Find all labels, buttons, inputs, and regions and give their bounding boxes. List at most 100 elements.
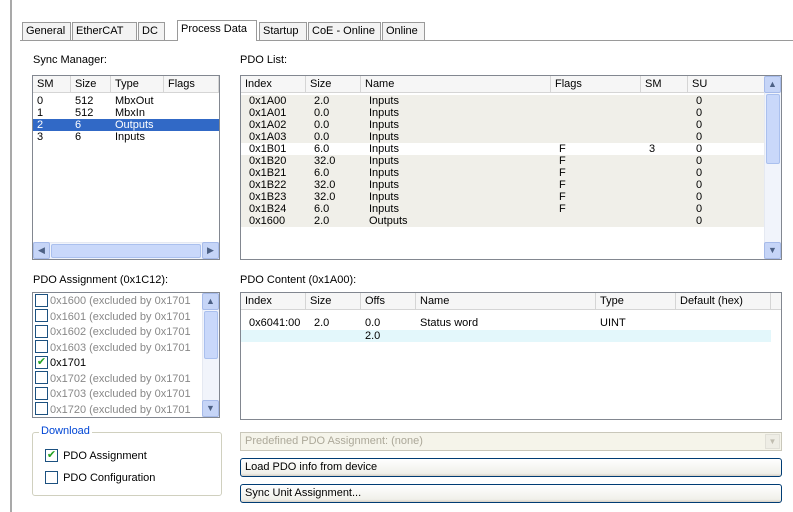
sm-cell: 3: [37, 131, 44, 143]
sync-manager-row[interactable]: 0 512 MbxOut: [33, 95, 201, 107]
pdo-configuration-checkbox[interactable]: [45, 470, 58, 484]
column-header-size[interactable]: Size: [306, 76, 361, 93]
size-cell: 6.0: [314, 203, 330, 215]
sync-manager-row-selected[interactable]: 2 6 Outputs: [33, 119, 219, 131]
column-header-name[interactable]: Name: [416, 293, 596, 310]
column-header-sm[interactable]: SM: [641, 76, 688, 93]
type-cell: Inputs: [115, 131, 145, 143]
su-cell: 0: [696, 143, 703, 155]
index-cell: 0x1B22: [249, 179, 287, 191]
pdo-list-row[interactable]: 0x1B01 6.0 Inputs F 3 0: [241, 143, 764, 155]
pdo-list-vscrollbar[interactable]: ▲ ▼: [764, 76, 781, 259]
pdo-content-row[interactable]: 0x6041:00 2.0 0.0 Status word UINT: [241, 317, 771, 329]
scroll-down-icon[interactable]: ▼: [764, 242, 781, 259]
column-header-flags[interactable]: Flags: [164, 76, 219, 93]
index-cell: 0x1B24: [249, 203, 287, 215]
column-header-type[interactable]: Type: [596, 293, 676, 310]
scroll-thumb[interactable]: [204, 311, 218, 359]
pdo-list-row[interactable]: 0x1A03 0.0 Inputs 0: [241, 131, 764, 143]
pdo-list-row[interactable]: 0x1A02 0.0 Inputs 0: [241, 119, 764, 131]
size-cell: 32.0: [314, 179, 336, 191]
chevron-down-icon[interactable]: ▼: [765, 434, 780, 449]
pdo-assignment-item[interactable]: 0x1601 (excluded by 0x1701: [35, 309, 191, 325]
scroll-up-icon[interactable]: ▲: [202, 293, 219, 310]
sync-manager-list[interactable]: SM Size Type Flags 0 512 MbxOut 1 512 Mb…: [32, 75, 220, 260]
column-header-size[interactable]: Size: [306, 293, 361, 310]
sm-cell: 1: [37, 107, 44, 119]
pdo-list[interactable]: Index Size Name Flags SM SU 0x1A00 2.0 Inp…: [240, 75, 782, 260]
offs-cell: 2.0: [365, 330, 381, 342]
sync-manager-row[interactable]: 1 512 MbxIn: [33, 107, 201, 119]
pdo-list-row[interactable]: 0x1B23 32.0 Inputs F 0: [241, 191, 764, 203]
su-cell: 0: [696, 131, 703, 143]
pdo-assignment-item-checkbox[interactable]: [35, 402, 48, 416]
tab-coe-online[interactable]: CoE - Online: [308, 22, 381, 40]
pdo-assignment-vscrollbar[interactable]: ▲ ▼: [202, 293, 219, 417]
tab-ethercat[interactable]: EtherCAT: [72, 22, 137, 40]
tab-startup[interactable]: Startup: [259, 22, 307, 40]
pdo-assignment-item[interactable]: 0x1603 (excluded by 0x1701: [35, 340, 191, 356]
pdo-assignment-item-label: 0x1603 (excluded by 0x1701: [50, 341, 191, 354]
download-pdo-configuration-option[interactable]: PDO Configuration: [45, 470, 156, 486]
su-cell: 0: [696, 119, 703, 131]
pdo-assignment-item[interactable]: ✔ 0x1701: [35, 355, 86, 371]
load-pdo-info-button[interactable]: Load PDO info from device: [240, 458, 782, 477]
scroll-left-icon[interactable]: ◀: [33, 242, 50, 259]
sm-cell: 2: [37, 119, 44, 131]
pdo-content-list[interactable]: Index Size Offs Name Type Default (hex) …: [240, 292, 782, 420]
pdo-assignment-list[interactable]: 0x1600 (excluded by 0x1701 0x1601 (exclud…: [32, 292, 220, 418]
pdo-list-row[interactable]: 0x1B20 32.0 Inputs F 0: [241, 155, 764, 167]
pdo-assignment-item-checkbox[interactable]: [35, 340, 48, 354]
download-pdo-assignment-option[interactable]: ✔ PDO Assignment: [45, 448, 147, 464]
sync-manager-row[interactable]: 3 6 Inputs: [33, 131, 201, 143]
tab-online[interactable]: Online: [382, 22, 425, 40]
pdo-assignment-item[interactable]: 0x1602 (excluded by 0x1701: [35, 324, 191, 340]
pdo-configuration-label: PDO Configuration: [63, 472, 156, 484]
pdo-assignment-item[interactable]: 0x1702 (excluded by 0x1701: [35, 371, 191, 387]
scroll-thumb[interactable]: [766, 94, 780, 164]
column-header-index[interactable]: Index: [241, 76, 306, 93]
column-header-offs[interactable]: Offs: [361, 293, 416, 310]
sync-unit-assignment-button[interactable]: Sync Unit Assignment...: [240, 484, 782, 503]
sync-manager-hscrollbar[interactable]: ◀ ▶: [33, 242, 219, 259]
pdo-list-row[interactable]: 0x1B24 6.0 Inputs F 0: [241, 203, 764, 215]
column-header-type[interactable]: Type: [111, 76, 164, 93]
tab-dc[interactable]: DC: [138, 22, 165, 40]
pdo-list-row[interactable]: 0x1B21 6.0 Inputs F 0: [241, 167, 764, 179]
predefined-pdo-assignment-select[interactable]: Predefined PDO Assignment: (none) ▼: [240, 432, 782, 451]
column-header-size[interactable]: Size: [71, 76, 111, 93]
column-header-flags[interactable]: Flags: [551, 76, 641, 93]
name-cell: Inputs: [369, 203, 399, 215]
name-cell: Inputs: [369, 95, 399, 107]
pdo-assignment-item-checkbox[interactable]: [35, 293, 48, 307]
column-header-name[interactable]: Name: [361, 76, 551, 93]
pdo-list-row[interactable]: 0x1B22 32.0 Inputs F 0: [241, 179, 764, 191]
pdo-list-row[interactable]: 0x1A00 2.0 Inputs 0: [241, 95, 764, 107]
pdo-assignment-item[interactable]: 0x1600 (excluded by 0x1701: [35, 293, 191, 309]
column-header-default-hex[interactable]: Default (hex): [676, 293, 771, 310]
scroll-up-icon[interactable]: ▲: [764, 76, 781, 93]
column-header-sm[interactable]: SM: [33, 76, 71, 93]
pdo-assignment-item[interactable]: 0x1720 (excluded by 0x1701: [35, 402, 191, 418]
column-header-index[interactable]: Index: [241, 293, 306, 310]
pdo-assignment-item-checkbox[interactable]: [35, 324, 48, 338]
pdo-assignment-checkbox[interactable]: ✔: [45, 448, 58, 462]
pdo-assignment-item-label: 0x1702 (excluded by 0x1701: [50, 372, 191, 385]
pdo-assignment-item[interactable]: 0x1703 (excluded by 0x1701: [35, 386, 191, 402]
pdo-list-row[interactable]: 0x1600 2.0 Outputs 0: [241, 215, 764, 227]
pdo-assignment-item-checkbox[interactable]: ✔: [35, 355, 48, 369]
pdo-assignment-item-checkbox[interactable]: [35, 371, 48, 385]
scroll-down-icon[interactable]: ▼: [202, 400, 219, 417]
pdo-list-caption: PDO List:: [240, 54, 288, 66]
column-header-su[interactable]: SU: [688, 76, 766, 93]
pdo-assignment-item-checkbox[interactable]: [35, 386, 48, 400]
pdo-list-row[interactable]: 0x1A01 0.0 Inputs 0: [241, 107, 764, 119]
index-cell: 0x1A03: [249, 131, 287, 143]
pdo-assignment-item-checkbox[interactable]: [35, 309, 48, 323]
scroll-right-icon[interactable]: ▶: [202, 242, 219, 259]
pdo-content-row[interactable]: 2.0: [241, 330, 771, 342]
tab-process-data[interactable]: Process Data: [177, 20, 257, 41]
scroll-thumb[interactable]: [51, 244, 201, 258]
tab-general[interactable]: General: [22, 22, 71, 40]
name-cell: Status word: [420, 317, 479, 329]
